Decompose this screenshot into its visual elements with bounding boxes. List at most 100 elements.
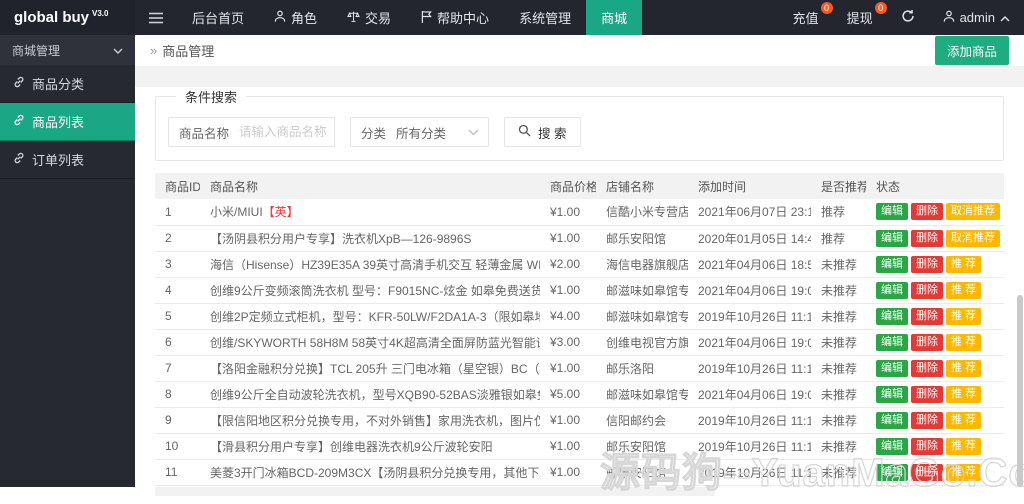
delete-button[interactable]: 删除	[911, 333, 943, 351]
recommend-flag: 推荐	[811, 199, 866, 226]
sidebar-item-label: 商品分类	[32, 77, 85, 92]
delete-button[interactable]: 删除	[911, 359, 943, 377]
product-name-tag: 【英】	[262, 205, 299, 220]
flag-icon	[421, 10, 432, 26]
product-id: 11	[155, 459, 200, 486]
recharge-button[interactable]: 充值 0	[779, 0, 833, 35]
delete-button[interactable]: 删除	[911, 203, 943, 221]
topbar: global buy V3.0 后台首页 角色 交易 帮助中心 系统管理 商城 …	[0, 0, 1024, 35]
sidebar-item-product-list[interactable]: 商品列表	[0, 103, 135, 141]
product-price: ¥2.00	[540, 251, 596, 278]
app-version: V3.0	[92, 9, 109, 18]
add-time: 2019年10月26日 11:11:50	[688, 459, 811, 486]
product-name-group: 商品名称	[168, 117, 336, 147]
edit-button[interactable]: 编辑	[876, 359, 908, 377]
store-name: 邮滋味如皋馆专柜	[596, 303, 688, 330]
sidebar-item-product-categories[interactable]: 商品分类	[0, 65, 135, 103]
column-header: 添加时间	[688, 173, 811, 199]
edit-button[interactable]: 编辑	[876, 385, 908, 403]
breadcrumb-arrow: »	[150, 43, 158, 58]
refresh-button[interactable]	[887, 0, 929, 35]
store-name: 海信电器旗舰店	[596, 251, 688, 278]
delete-button[interactable]: 删除	[911, 463, 943, 481]
table-row: 5创维2P定频立式柜机，型号：KFR-50LW/F2DA1A-3（限如皋地区免费…	[155, 303, 1004, 330]
nav-label: 角色	[291, 11, 318, 26]
store-name: 邮乐洛阳	[596, 355, 688, 382]
category-select[interactable]: 所有分类	[396, 123, 468, 142]
edit-button[interactable]: 编辑	[876, 255, 908, 273]
recommend-flag: 未推荐	[811, 277, 866, 304]
recommend-button[interactable]: 推 荐	[946, 255, 982, 273]
edit-button[interactable]: 编辑	[876, 229, 908, 247]
edit-button[interactable]: 编辑	[876, 411, 908, 429]
nav-label: 后台首页	[192, 11, 245, 26]
nav-item-help[interactable]: 帮助中心	[406, 0, 504, 35]
recommend-button[interactable]: 推 荐	[946, 463, 982, 481]
store-name: 邮滋味如皋馆专柜	[596, 277, 688, 304]
delete-button[interactable]: 删除	[911, 437, 943, 455]
recommend-button[interactable]: 推 荐	[946, 333, 982, 351]
pagination-bar	[155, 486, 715, 496]
product-id: 10	[155, 433, 200, 460]
recharge-badge: 0	[820, 2, 833, 14]
main-area: » 商品管理 添加商品 条件搜索 商品名称 分类 所有分类	[135, 35, 1024, 504]
hamburger-menu-icon[interactable]	[135, 0, 177, 35]
nav-item-roles[interactable]: 角色	[259, 0, 332, 35]
recommend-flag: 未推荐	[811, 251, 866, 278]
search-icon	[518, 124, 531, 140]
recommend-flag: 未推荐	[811, 355, 866, 382]
status-actions: 编辑 删除 取消推荐	[866, 199, 1004, 226]
recommend-button[interactable]: 推 荐	[946, 385, 982, 403]
sidebar-item-order-list[interactable]: 订单列表	[0, 141, 135, 179]
recharge-label: 充值	[792, 11, 819, 26]
edit-button[interactable]: 编辑	[876, 437, 908, 455]
edit-button[interactable]: 编辑	[876, 281, 908, 299]
user-menu[interactable]: admin	[929, 0, 1024, 35]
edit-button[interactable]: 编辑	[876, 333, 908, 351]
add-product-button[interactable]: 添加商品	[934, 36, 1009, 65]
product-name: 【限信阳地区积分兑换专用，不对外销售】家用洗衣机，图片仅供参考	[200, 407, 540, 434]
product-name: 创维2P定频立式柜机，型号：KFR-50LW/F2DA1A-3（限如皋地区免费送…	[200, 303, 540, 330]
delete-button[interactable]: 删除	[911, 411, 943, 429]
add-time: 2021年04月06日 18:59:42	[688, 251, 811, 278]
delete-button[interactable]: 删除	[911, 385, 943, 403]
nav-item-system[interactable]: 系统管理	[504, 0, 586, 35]
person-icon	[274, 10, 286, 26]
product-price: ¥1.00	[540, 459, 596, 486]
product-price: ¥1.00	[540, 355, 596, 382]
recommend-button[interactable]: 推 荐	[946, 281, 982, 299]
sidebar-group-mall-management[interactable]: 商城管理	[0, 35, 135, 65]
edit-button[interactable]: 编辑	[876, 307, 908, 325]
delete-button[interactable]: 删除	[911, 281, 943, 299]
status-actions: 编辑 删除推 荐	[866, 251, 1004, 278]
column-header: 状态	[866, 173, 1004, 199]
recommend-button[interactable]: 推 荐	[946, 437, 982, 455]
product-id: 7	[155, 355, 200, 382]
withdraw-button[interactable]: 提现 0	[833, 0, 887, 35]
product-price: ¥1.00	[540, 277, 596, 304]
edit-button[interactable]: 编辑	[876, 463, 908, 481]
product-id: 9	[155, 407, 200, 434]
cancel-recommend-button[interactable]: 取消推荐	[946, 229, 1000, 247]
scales-icon	[347, 10, 360, 26]
table-body: 1小米/MIUI【英】¥1.00信酷小米专营店2021年06月07日 23:15…	[155, 199, 1004, 486]
delete-button[interactable]: 删除	[911, 255, 943, 273]
scrollbar-thumb[interactable]	[1017, 295, 1023, 487]
nav-item-trade[interactable]: 交易	[332, 0, 406, 35]
recommend-button[interactable]: 推 荐	[946, 411, 982, 429]
nav-item-mall[interactable]: 商城	[586, 0, 643, 35]
nav-item-dashboard[interactable]: 后台首页	[177, 0, 259, 35]
product-price: ¥1.00	[540, 407, 596, 434]
topbar-right: 充值 0 提现 0 admin	[779, 0, 1024, 35]
delete-button[interactable]: 删除	[911, 229, 943, 247]
table-row: 11美菱3开门冰箱BCD-209M3CX【汤阴县积分兑换专用，其他下单不发货】¥…	[155, 459, 1004, 486]
cancel-recommend-button[interactable]: 取消推荐	[946, 203, 1000, 221]
delete-button[interactable]: 删除	[911, 307, 943, 325]
product-id: 2	[155, 225, 200, 252]
recommend-button[interactable]: 推 荐	[946, 359, 982, 377]
product-price: ¥3.00	[540, 329, 596, 356]
edit-button[interactable]: 编辑	[876, 203, 908, 221]
product-name-input[interactable]	[239, 125, 335, 139]
recommend-button[interactable]: 推 荐	[946, 307, 982, 325]
search-button[interactable]: 搜 索	[504, 117, 581, 147]
